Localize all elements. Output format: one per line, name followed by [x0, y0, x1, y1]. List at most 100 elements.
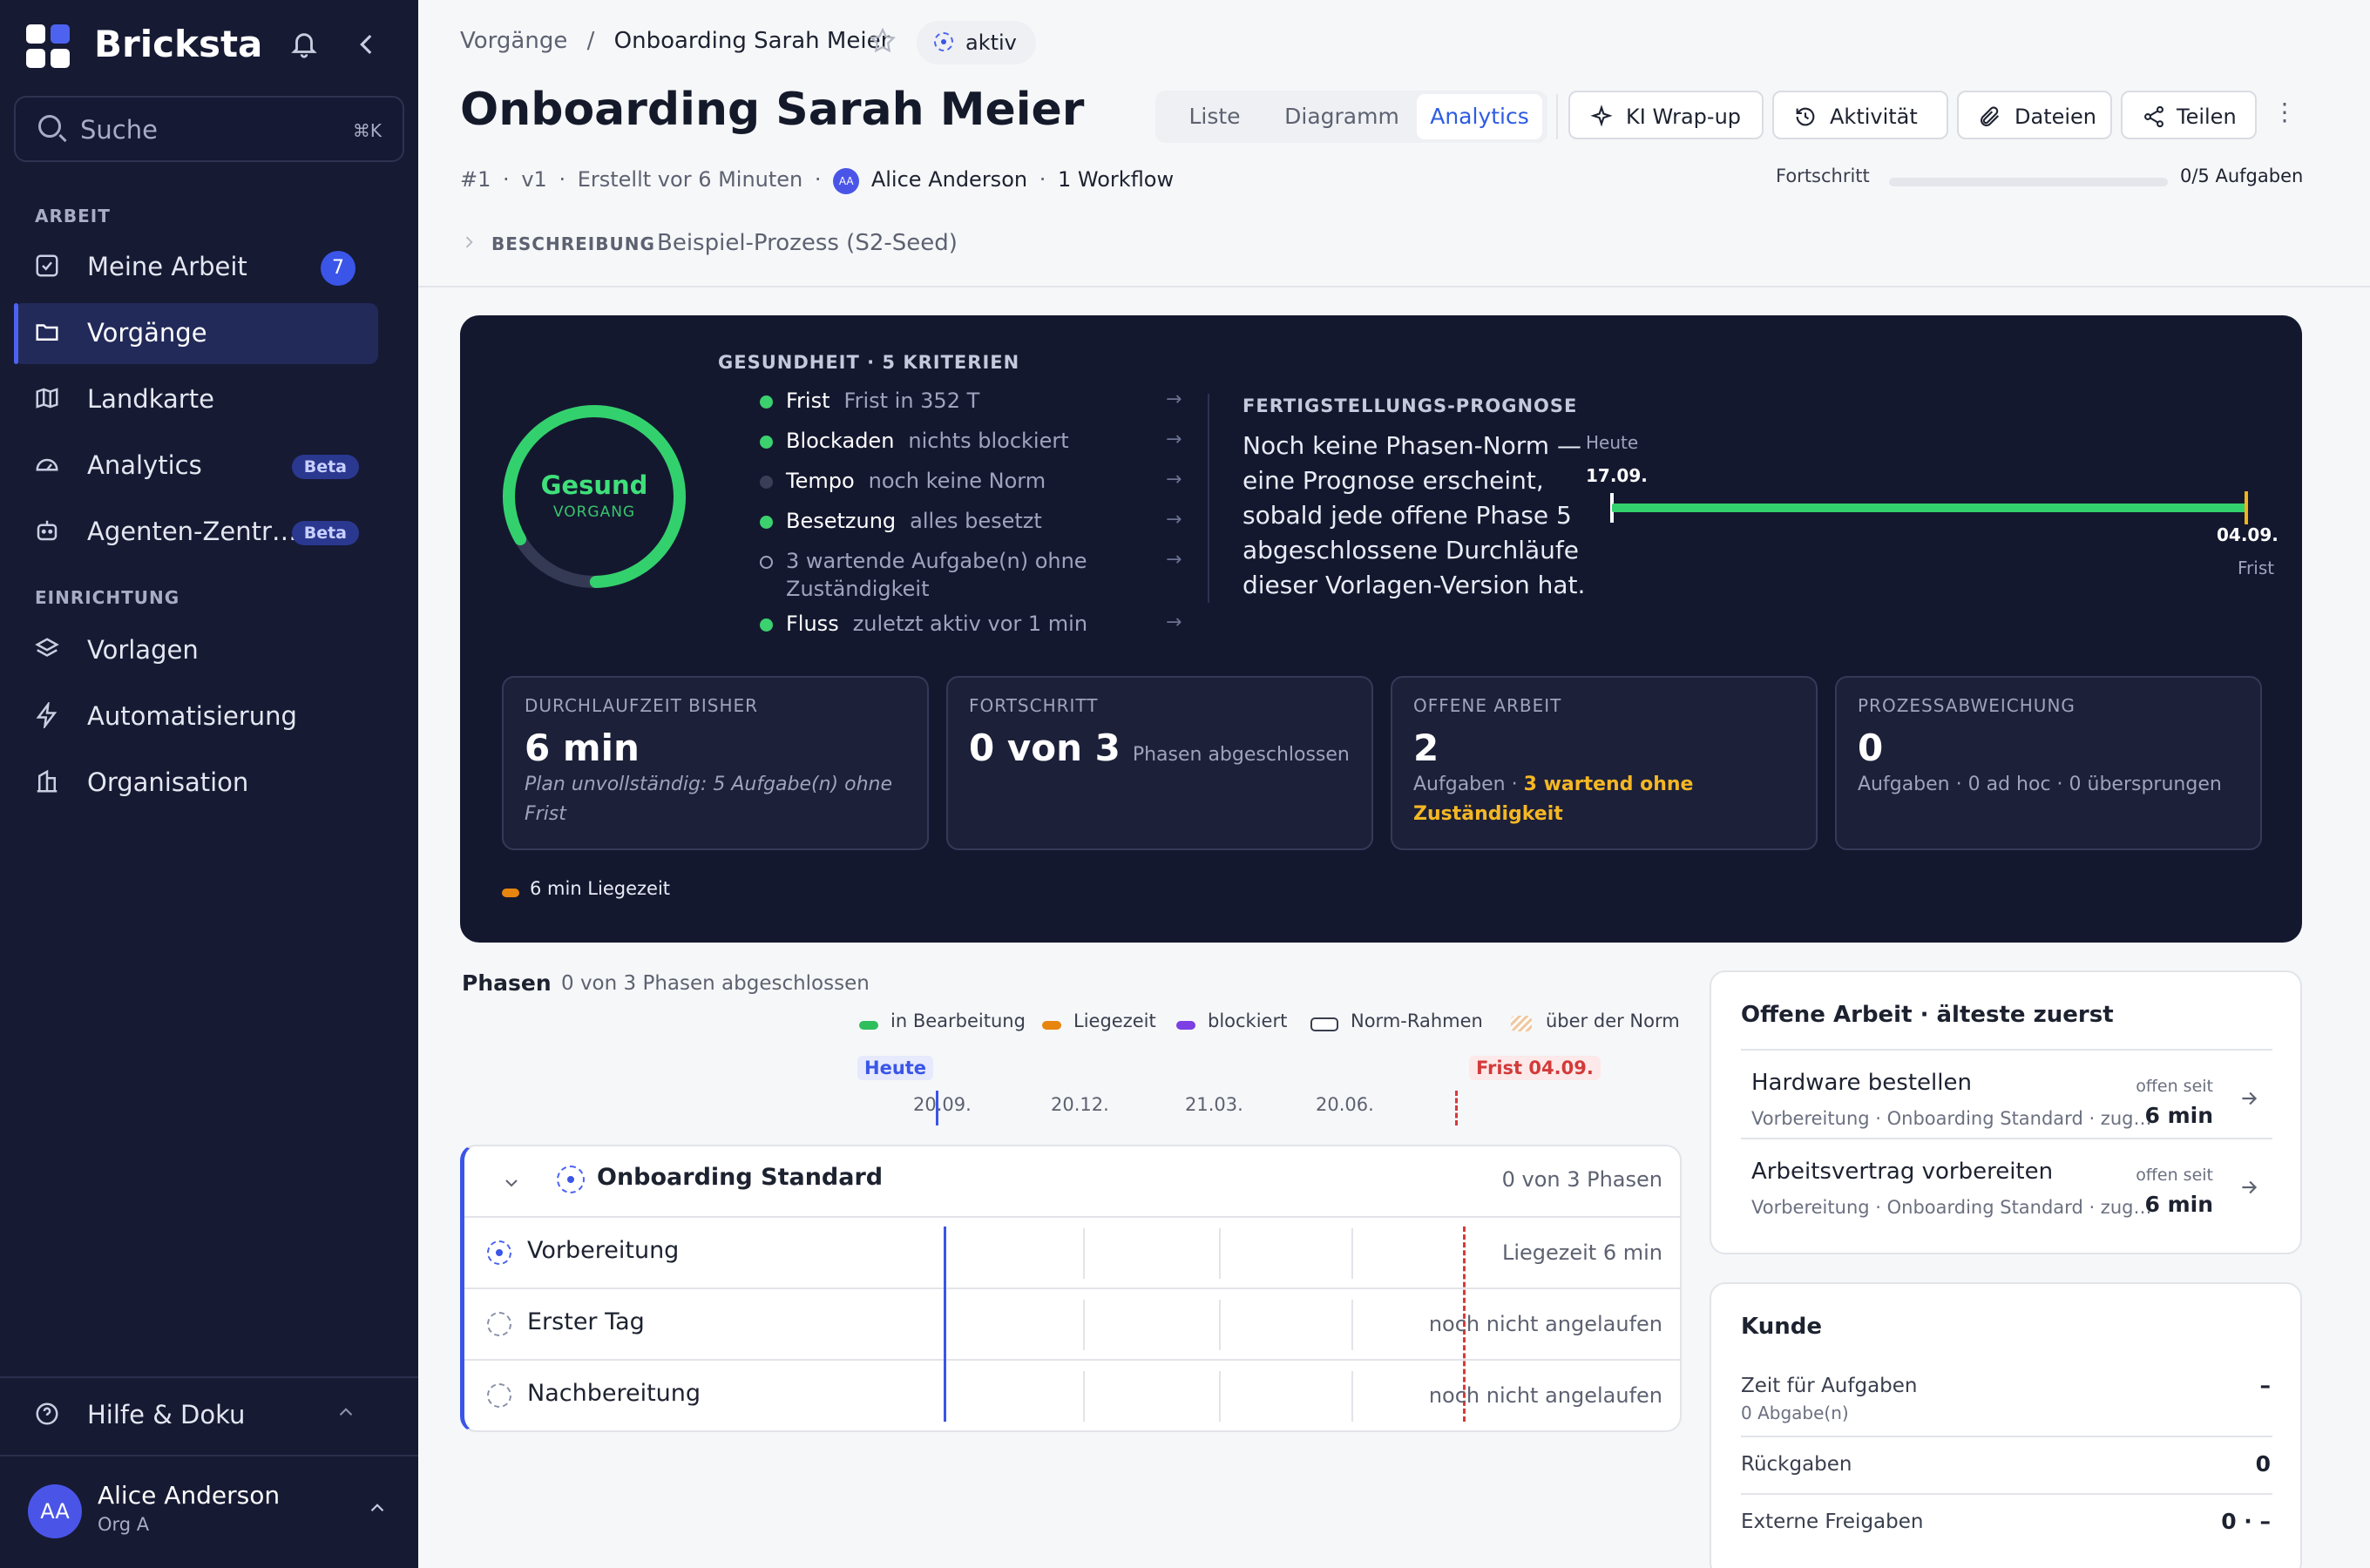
tab-analytics[interactable]: Analytics	[1417, 94, 1542, 139]
sidebar-item-label: Analytics	[87, 450, 202, 480]
forecast-title: FERTIGSTELLUNGS-PROGNOSE	[1243, 395, 1578, 416]
avatar[interactable]: AA	[28, 1484, 82, 1538]
metric-title: OFFENE ARBEIT	[1413, 695, 1562, 716]
deadline-line	[1455, 1091, 1458, 1125]
customer-row-value: –	[2259, 1373, 2272, 1398]
star-icon[interactable]	[868, 26, 897, 59]
layers-icon	[33, 636, 61, 664]
phase-name[interactable]: Vorbereitung	[527, 1237, 679, 1264]
help-label: Hilfe & Doku	[87, 1400, 246, 1429]
phase-group-name[interactable]: Onboarding Standard	[597, 1164, 883, 1191]
open-task-item[interactable]: Hardware bestellen Vorbereitung · Onboar…	[1741, 1052, 2272, 1139]
bell-icon[interactable]	[289, 30, 319, 66]
axis-tick: 21.03.	[1185, 1094, 1243, 1115]
sidebar-item-agents[interactable]: Agenten-Zentr… Beta	[14, 502, 378, 563]
sparkle-icon	[1589, 105, 1614, 134]
share-button[interactable]: Teilen	[2121, 91, 2257, 139]
task-since-label: offen seit	[2136, 1166, 2213, 1185]
activity-button[interactable]: Aktivität	[1772, 91, 1948, 139]
brand-name: Bricksta	[94, 23, 263, 65]
brand-logo-icon	[26, 24, 70, 71]
status-dot-icon	[934, 32, 953, 51]
sidebar-item-map[interactable]: Landkarte	[14, 369, 378, 430]
phase-status: noch nicht angelaufen	[1428, 1383, 1662, 1408]
divider	[1741, 1436, 2272, 1437]
grid-line	[1351, 1371, 1353, 1422]
chevron-up-icon[interactable]	[366, 1497, 389, 1523]
help-link[interactable]: Hilfe & Doku	[14, 1385, 378, 1446]
progress-text: 0/5 Aufgaben	[2180, 166, 2304, 186]
more-options-icon[interactable]: ⋮	[2272, 98, 2297, 126]
sidebar-item-analytics[interactable]: Analytics Beta	[14, 436, 378, 497]
sidebar-item-cases[interactable]: Vorgänge	[14, 303, 378, 364]
button-label: Teilen	[2177, 105, 2237, 129]
owner-name[interactable]: Alice Anderson	[871, 167, 1027, 192]
chevron-down-icon[interactable]	[501, 1173, 522, 1197]
workflow-count: 1 Workflow	[1058, 167, 1175, 192]
status-dot-icon	[760, 516, 773, 529]
divider	[464, 1216, 1682, 1218]
beta-badge: Beta	[291, 521, 359, 545]
breadcrumb: Vorgänge / Onboarding Sarah Meier	[460, 28, 890, 54]
sidebar-item-organization[interactable]: Organisation	[14, 753, 378, 814]
open-work-title: Offene Arbeit · älteste zuerst	[1741, 1002, 2114, 1028]
search-icon	[38, 115, 61, 138]
arrow-right-icon: →	[1166, 469, 1182, 490]
forecast-bar	[1612, 504, 2248, 512]
tab-diagram[interactable]: Diagramm	[1269, 94, 1415, 139]
idle-swatch	[502, 889, 519, 897]
phase-status: Liegezeit 6 min	[1501, 1240, 1662, 1265]
meta-row: #1 · v1 · Erstellt vor 6 Minuten · AA Al…	[460, 167, 1174, 194]
legend-swatch-idle	[1042, 1021, 1061, 1030]
metric-value: 0	[1858, 727, 1884, 769]
tab-list[interactable]: Liste	[1161, 94, 1269, 139]
customer-row-label: Zeit für Aufgaben	[1741, 1375, 1918, 1397]
task-since-label: offen seit	[2136, 1077, 2213, 1096]
arrow-right-icon	[2238, 1087, 2260, 1113]
chevron-right-icon[interactable]	[460, 233, 477, 254]
case-id: #1	[460, 167, 491, 192]
legend-label: Norm-Rahmen	[1351, 1010, 1483, 1031]
legend-swatch-active	[859, 1021, 878, 1030]
metric-value: 6 min	[525, 727, 640, 769]
status-dot-icon	[760, 476, 773, 489]
files-button[interactable]: Dateien	[1957, 91, 2112, 139]
phases-title: Phasen	[462, 970, 552, 996]
description-text: Beispiel-Prozess (S2-Seed)	[657, 230, 958, 256]
customer-row-value: 0	[2255, 1451, 2271, 1477]
metric-title: PROZESSABWEICHUNG	[1858, 695, 2075, 716]
ai-wrapup-button[interactable]: KI Wrap-up	[1568, 91, 1764, 139]
forecast-line: dieser Vorlagen-Version hat.	[1243, 571, 1586, 599]
health-panel: Gesund VORGANG GESUNDHEIT · 5 KRITERIEN …	[460, 315, 2302, 943]
sidebar-item-automation[interactable]: Automatisierung	[14, 686, 378, 747]
meta-sep: ·	[559, 167, 566, 192]
criterion-name: Blockaden	[786, 429, 895, 453]
metric-value: 2	[1413, 727, 1439, 769]
deadline-label: Frist 04.09.	[1469, 1056, 1601, 1080]
criterion-desc: nichts blockiert	[908, 429, 1069, 453]
task-name: Arbeitsvertrag vorbereiten	[1751, 1159, 2054, 1185]
breadcrumb-root[interactable]: Vorgänge	[460, 28, 567, 54]
search-input[interactable]: Suche ⌘K	[14, 96, 404, 162]
metric-sub: Frist	[525, 803, 566, 825]
page-title: Onboarding Sarah Meier	[460, 84, 1085, 136]
collapse-sidebar-icon[interactable]	[352, 30, 382, 66]
created-at: Erstellt vor 6 Minuten	[577, 167, 803, 192]
legend-label: blockiert	[1208, 1010, 1288, 1031]
phase-name[interactable]: Erster Tag	[527, 1308, 645, 1335]
phase-name[interactable]: Nachbereitung	[527, 1380, 701, 1407]
divider	[464, 1359, 1682, 1361]
task-age: 6 min	[2144, 1103, 2213, 1128]
sidebar-item-my-work[interactable]: Meine Arbeit 7	[14, 237, 378, 298]
sidebar-item-label: Automatisierung	[87, 701, 297, 731]
forecast-line: abgeschlossene Durchläufe	[1243, 536, 1579, 564]
gauge-icon	[33, 451, 61, 479]
metric-title: DURCHLAUFZEIT BISHER	[525, 695, 759, 716]
status-dot-icon	[760, 618, 773, 632]
open-task-item[interactable]: Arbeitsvertrag vorbereiten Vorbereitung …	[1741, 1141, 2272, 1228]
share-icon	[2142, 105, 2166, 134]
status-badge: aktiv	[917, 21, 1036, 64]
sidebar-item-templates[interactable]: Vorlagen	[14, 620, 378, 681]
metric-value: 0 von 3 Phasen abgeschlossen	[969, 727, 1350, 769]
metric-sub: Phasen abgeschlossen	[1132, 744, 1350, 766]
